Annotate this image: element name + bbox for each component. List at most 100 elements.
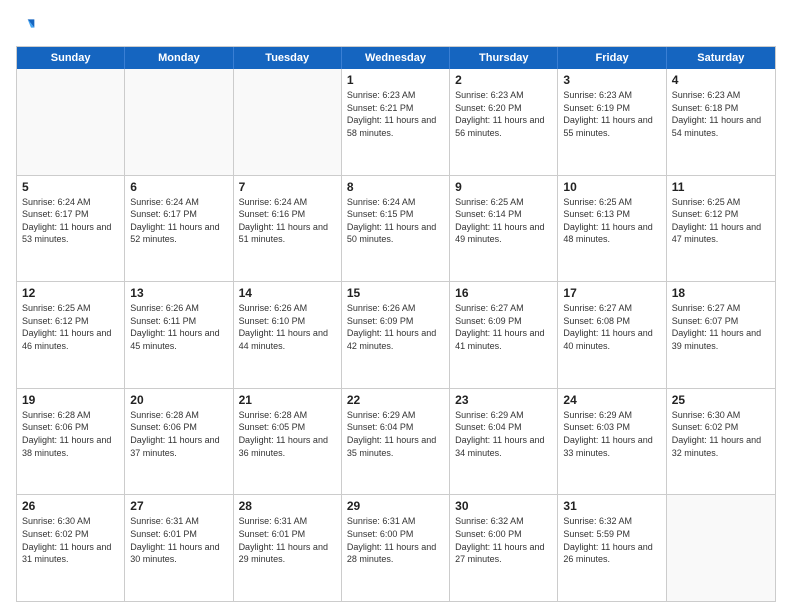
empty-cell <box>667 495 775 601</box>
day-info: Sunrise: 6:31 AMSunset: 6:01 PMDaylight:… <box>239 515 336 565</box>
day-info: Sunrise: 6:23 AMSunset: 6:21 PMDaylight:… <box>347 89 444 139</box>
day-number: 24 <box>563 393 660 407</box>
day-number: 14 <box>239 286 336 300</box>
day-number: 28 <box>239 499 336 513</box>
day-info: Sunrise: 6:28 AMSunset: 6:06 PMDaylight:… <box>130 409 227 459</box>
day-number: 4 <box>672 73 770 87</box>
day-number: 7 <box>239 180 336 194</box>
day-cell-12: 12Sunrise: 6:25 AMSunset: 6:12 PMDayligh… <box>17 282 125 388</box>
day-cell-20: 20 Sunrise: 6:28 AMSunset: 6:06 PMDayligh… <box>125 389 233 495</box>
day-number: 10 <box>563 180 660 194</box>
calendar-row-1: 5 Sunrise: 6:24 AMSunset: 6:17 PMDaylight… <box>17 176 775 283</box>
day-of-week-sunday: Sunday <box>17 47 125 69</box>
day-number: 2 <box>455 73 552 87</box>
day-number: 27 <box>130 499 227 513</box>
day-cell-17: 17 Sunrise: 6:27 AMSunset: 6:08 PMDayligh… <box>558 282 666 388</box>
day-info: Sunrise: 6:24 AMSunset: 6:17 PMDaylight:… <box>130 196 227 246</box>
day-number: 1 <box>347 73 444 87</box>
day-info: Sunrise: 6:29 AMSunset: 6:04 PMDaylight:… <box>455 409 552 459</box>
day-cell-23: 23 Sunrise: 6:29 AMSunset: 6:04 PMDayligh… <box>450 389 558 495</box>
day-number: 5 <box>22 180 119 194</box>
day-info: Sunrise: 6:30 AMSunset: 6:02 PMDaylight:… <box>22 515 119 565</box>
calendar-row-0: 1 Sunrise: 6:23 AMSunset: 6:21 PMDaylight… <box>17 69 775 176</box>
day-number: 23 <box>455 393 552 407</box>
day-of-week-tuesday: Tuesday <box>234 47 342 69</box>
day-cell-10: 10 Sunrise: 6:25 AMSunset: 6:13 PMDayligh… <box>558 176 666 282</box>
day-cell-27: 27Sunrise: 6:31 AMSunset: 6:01 PMDayligh… <box>125 495 233 601</box>
day-info: Sunrise: 6:26 AMSunset: 6:10 PMDaylight:… <box>239 302 336 352</box>
day-info: Sunrise: 6:27 AMSunset: 6:08 PMDaylight:… <box>563 302 660 352</box>
day-number: 29 <box>347 499 444 513</box>
day-number: 21 <box>239 393 336 407</box>
day-cell-25: 25 Sunrise: 6:30 AMSunset: 6:02 PMDayligh… <box>667 389 775 495</box>
day-info: Sunrise: 6:27 AMSunset: 6:07 PMDaylight:… <box>672 302 770 352</box>
calendar-row-3: 19 Sunrise: 6:28 AMSunset: 6:06 PMDayligh… <box>17 389 775 496</box>
day-cell-15: 15 Sunrise: 6:26 AMSunset: 6:09 PMDayligh… <box>342 282 450 388</box>
day-info: Sunrise: 6:25 AMSunset: 6:13 PMDaylight:… <box>563 196 660 246</box>
day-cell-28: 28 Sunrise: 6:31 AMSunset: 6:01 PMDayligh… <box>234 495 342 601</box>
day-number: 17 <box>563 286 660 300</box>
day-info: Sunrise: 6:29 AMSunset: 6:04 PMDaylight:… <box>347 409 444 459</box>
day-cell-26: 26 Sunrise: 6:30 AMSunset: 6:02 PMDayligh… <box>17 495 125 601</box>
calendar-header: SundayMondayTuesdayWednesdayThursdayFrid… <box>17 47 775 69</box>
day-info: Sunrise: 6:26 AMSunset: 6:09 PMDaylight:… <box>347 302 444 352</box>
day-info: Sunrise: 6:25 AMSunset: 6:12 PMDaylight:… <box>22 302 119 352</box>
day-of-week-thursday: Thursday <box>450 47 558 69</box>
day-of-week-friday: Friday <box>558 47 666 69</box>
calendar-body: 1 Sunrise: 6:23 AMSunset: 6:21 PMDaylight… <box>17 69 775 601</box>
day-info: Sunrise: 6:28 AMSunset: 6:05 PMDaylight:… <box>239 409 336 459</box>
logo <box>16 16 40 36</box>
empty-cell <box>234 69 342 175</box>
day-cell-3: 3Sunrise: 6:23 AMSunset: 6:19 PMDaylight… <box>558 69 666 175</box>
day-info: Sunrise: 6:30 AMSunset: 6:02 PMDaylight:… <box>672 409 770 459</box>
day-info: Sunrise: 6:27 AMSunset: 6:09 PMDaylight:… <box>455 302 552 352</box>
day-number: 22 <box>347 393 444 407</box>
day-info: Sunrise: 6:25 AMSunset: 6:14 PMDaylight:… <box>455 196 552 246</box>
day-cell-22: 22 Sunrise: 6:29 AMSunset: 6:04 PMDayligh… <box>342 389 450 495</box>
day-cell-6: 6 Sunrise: 6:24 AMSunset: 6:17 PMDaylight… <box>125 176 233 282</box>
page-container: SundayMondayTuesdayWednesdayThursdayFrid… <box>0 0 792 612</box>
day-cell-19: 19 Sunrise: 6:28 AMSunset: 6:06 PMDayligh… <box>17 389 125 495</box>
day-number: 30 <box>455 499 552 513</box>
day-number: 13 <box>130 286 227 300</box>
day-info: Sunrise: 6:28 AMSunset: 6:06 PMDaylight:… <box>22 409 119 459</box>
day-number: 20 <box>130 393 227 407</box>
day-cell-24: 24Sunrise: 6:29 AMSunset: 6:03 PMDayligh… <box>558 389 666 495</box>
day-cell-30: 30 Sunrise: 6:32 AMSunset: 6:00 PMDayligh… <box>450 495 558 601</box>
day-cell-13: 13 Sunrise: 6:26 AMSunset: 6:11 PMDayligh… <box>125 282 233 388</box>
calendar: SundayMondayTuesdayWednesdayThursdayFrid… <box>16 46 776 602</box>
day-info: Sunrise: 6:24 AMSunset: 6:16 PMDaylight:… <box>239 196 336 246</box>
day-number: 19 <box>22 393 119 407</box>
day-cell-21: 21 Sunrise: 6:28 AMSunset: 6:05 PMDayligh… <box>234 389 342 495</box>
day-cell-2: 2Sunrise: 6:23 AMSunset: 6:20 PMDaylight… <box>450 69 558 175</box>
day-cell-9: 9 Sunrise: 6:25 AMSunset: 6:14 PMDaylight… <box>450 176 558 282</box>
logo-icon <box>16 16 36 36</box>
day-number: 8 <box>347 180 444 194</box>
day-info: Sunrise: 6:32 AMSunset: 5:59 PMDaylight:… <box>563 515 660 565</box>
day-info: Sunrise: 6:26 AMSunset: 6:11 PMDaylight:… <box>130 302 227 352</box>
day-cell-8: 8Sunrise: 6:24 AMSunset: 6:15 PMDaylight… <box>342 176 450 282</box>
day-number: 6 <box>130 180 227 194</box>
day-cell-29: 29 Sunrise: 6:31 AMSunset: 6:00 PMDayligh… <box>342 495 450 601</box>
day-number: 15 <box>347 286 444 300</box>
day-info: Sunrise: 6:23 AMSunset: 6:18 PMDaylight:… <box>672 89 770 139</box>
day-info: Sunrise: 6:23 AMSunset: 6:19 PMDaylight:… <box>563 89 660 139</box>
day-cell-31: 31 Sunrise: 6:32 AMSunset: 5:59 PMDayligh… <box>558 495 666 601</box>
calendar-row-2: 12Sunrise: 6:25 AMSunset: 6:12 PMDayligh… <box>17 282 775 389</box>
day-of-week-wednesday: Wednesday <box>342 47 450 69</box>
day-info: Sunrise: 6:25 AMSunset: 6:12 PMDaylight:… <box>672 196 770 246</box>
day-number: 26 <box>22 499 119 513</box>
day-number: 25 <box>672 393 770 407</box>
day-cell-4: 4 Sunrise: 6:23 AMSunset: 6:18 PMDaylight… <box>667 69 775 175</box>
day-number: 9 <box>455 180 552 194</box>
day-number: 11 <box>672 180 770 194</box>
day-number: 18 <box>672 286 770 300</box>
day-cell-14: 14 Sunrise: 6:26 AMSunset: 6:10 PMDayligh… <box>234 282 342 388</box>
day-number: 16 <box>455 286 552 300</box>
page-header <box>16 16 776 36</box>
empty-cell <box>17 69 125 175</box>
day-cell-18: 18 Sunrise: 6:27 AMSunset: 6:07 PMDayligh… <box>667 282 775 388</box>
day-number: 31 <box>563 499 660 513</box>
day-info: Sunrise: 6:32 AMSunset: 6:00 PMDaylight:… <box>455 515 552 565</box>
day-info: Sunrise: 6:31 AMSunset: 6:00 PMDaylight:… <box>347 515 444 565</box>
